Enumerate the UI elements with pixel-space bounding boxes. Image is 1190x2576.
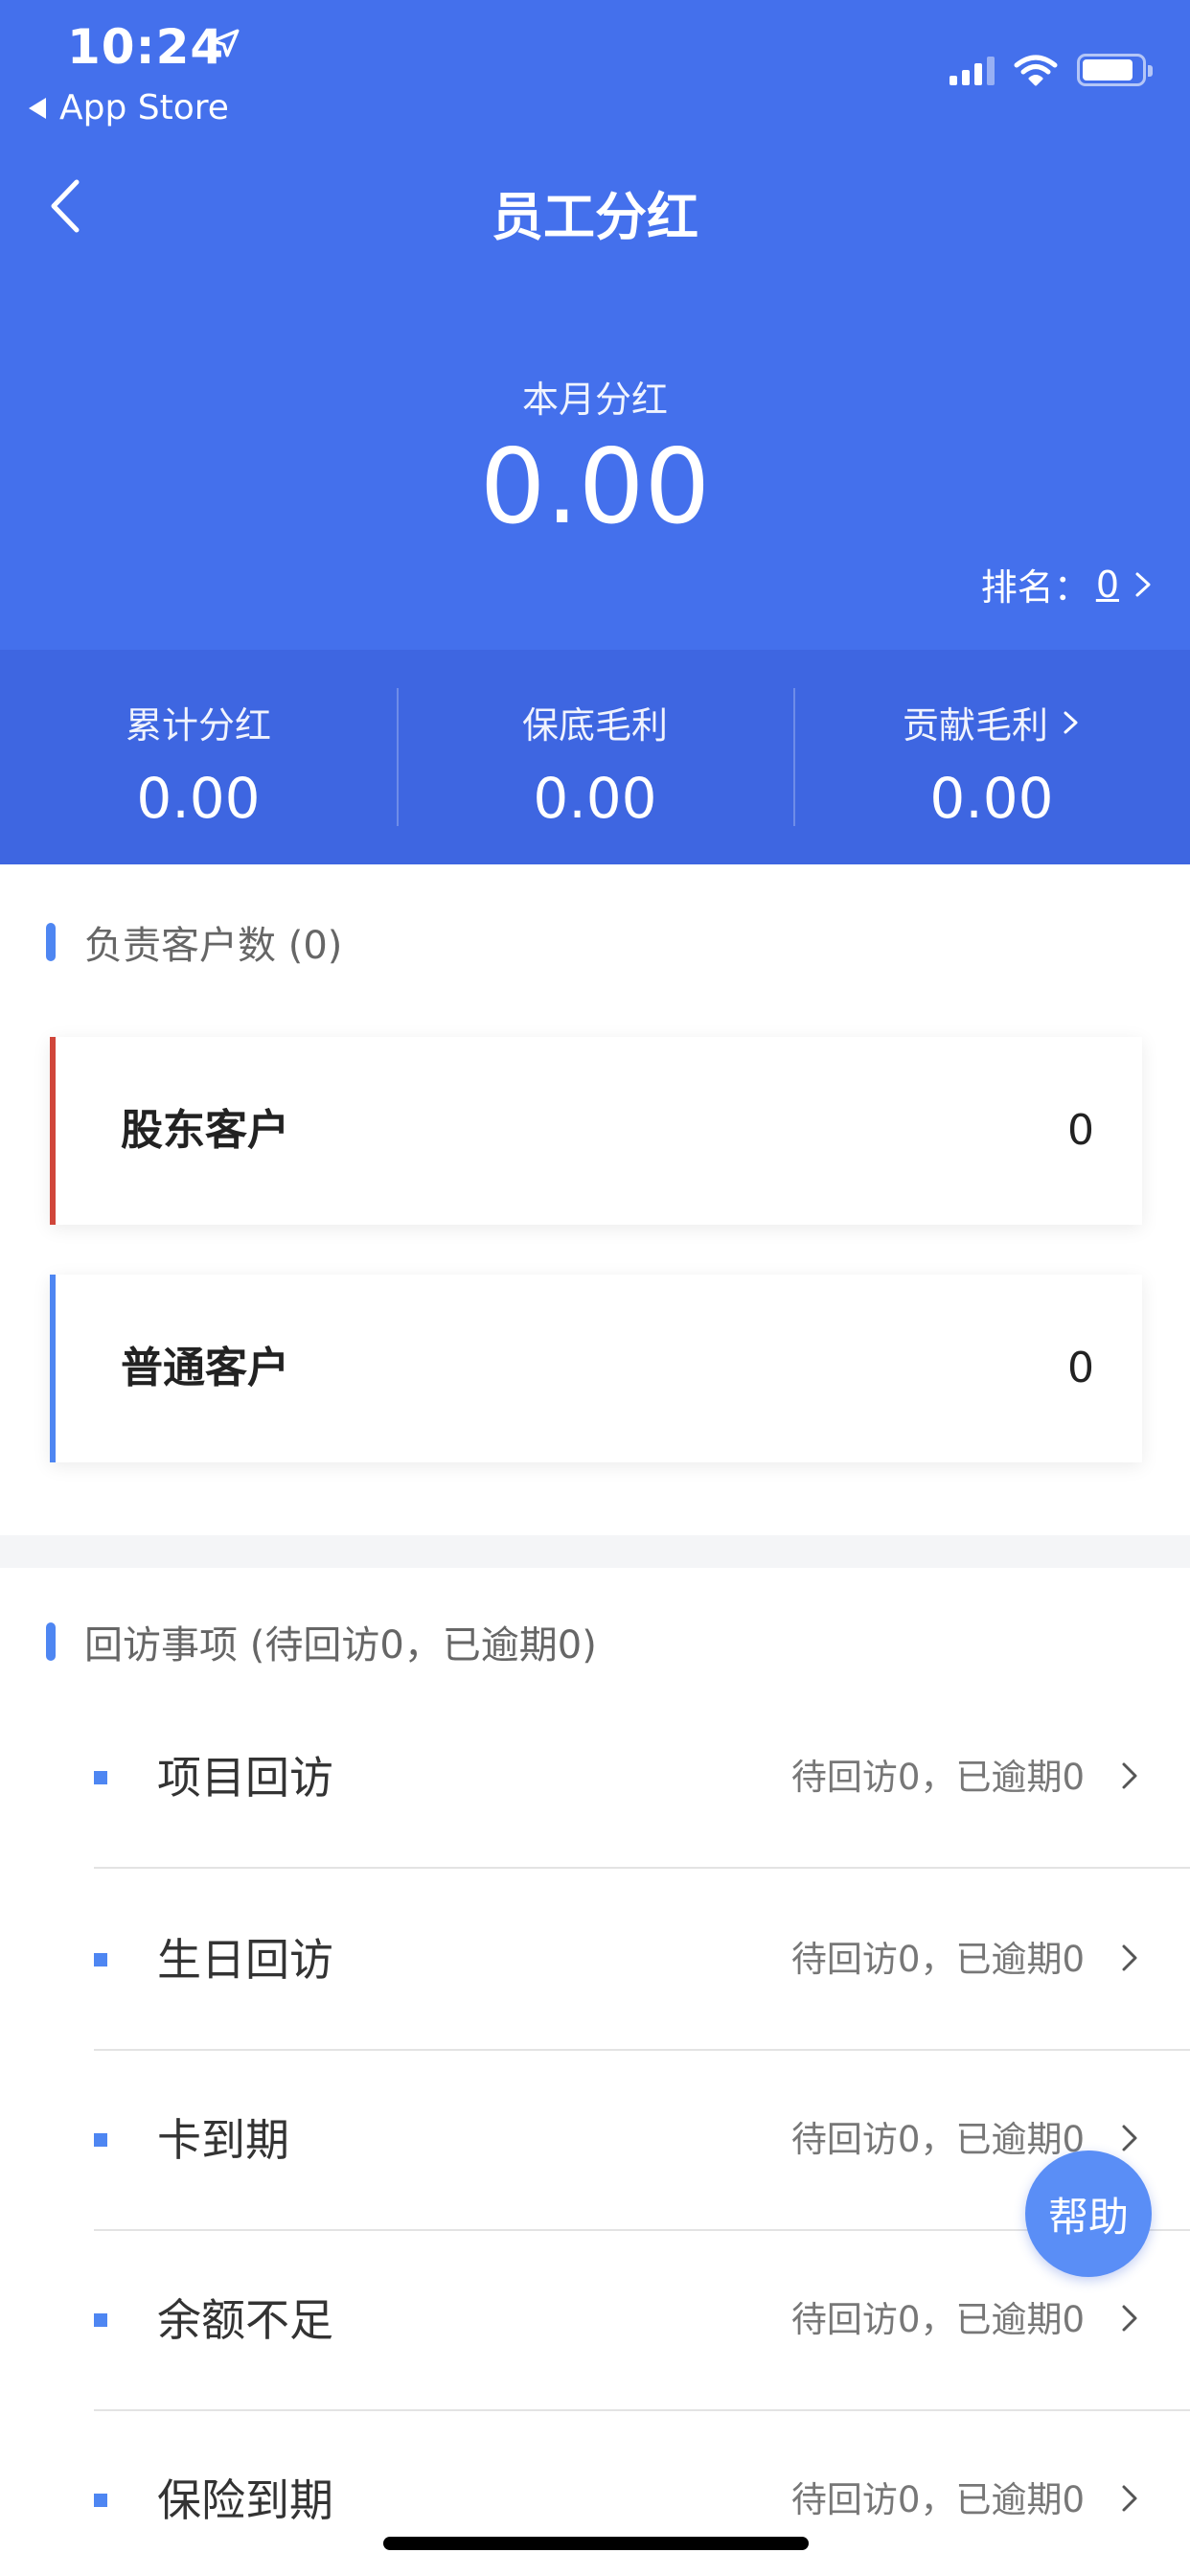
bullet-icon [94,1953,107,1966]
battery-icon [1077,54,1153,86]
chevron-right-icon [1122,1944,1137,1971]
employee-dividend-page: 10:24 App Store 员工分红 本月分红 0.00 排名： 0 累计分… [0,0,1190,2576]
card-value: 0 [1067,1106,1094,1155]
help-button[interactable]: 帮助 [1025,2150,1152,2277]
stat-value: 0.00 [533,766,657,831]
back-triangle-icon [29,97,46,119]
cellular-signal-icon [950,55,995,85]
card-value: 0 [1067,1344,1094,1392]
stat-label: 累计分红 [125,704,271,747]
visit-status: 待回访0，已逾期0 [790,2299,1085,2340]
rank-link[interactable]: 排名： 0 [981,558,1154,610]
visit-label: 卡到期 [157,2114,289,2166]
visit-item-project[interactable]: 项目回访 待回访0，已逾期0 [0,1687,1190,1869]
chevron-right-icon [1122,2485,1137,2512]
visits-section-title: 回访事项 (待回访0，已逾期0) [46,1614,597,1669]
status-time: 10:24 [67,19,225,75]
location-arrow-icon [211,29,240,58]
regular-customer-card[interactable]: 普通客户 0 [50,1275,1142,1462]
visit-item-card-expiry[interactable]: 卡到期 待回访0，已逾期0 [0,2049,1190,2231]
stat-guaranteed-profit: 保底毛利 0.00 [397,650,793,864]
chevron-right-icon [1135,572,1151,596]
visit-label: 余额不足 [157,2294,333,2346]
visit-item-birthday[interactable]: 生日回访 待回访0，已逾期0 [0,1869,1190,2051]
chevron-right-icon [1122,2125,1137,2151]
wifi-icon [1014,55,1058,86]
bullet-icon [94,2494,107,2507]
chevron-right-icon [1122,1762,1137,1789]
card-label: 普通客户 [121,1344,289,1392]
visit-label: 项目回访 [157,1752,333,1804]
visit-status: 待回访0，已逾期0 [790,1757,1085,1798]
card-accent [50,1037,56,1225]
card-label: 股东客户 [121,1106,289,1155]
visit-item-low-balance[interactable]: 余额不足 待回访0，已逾期0 [0,2229,1190,2411]
bullet-icon [94,1771,107,1784]
stat-value: 0.00 [136,766,261,831]
rank-label: 排名： [980,566,1090,609]
stat-total-dividend: 累计分红 0.00 [0,650,397,864]
header: 10:24 App Store 员工分红 本月分红 0.00 排名： 0 [0,0,1190,650]
home-indicator [383,2537,809,2550]
rank-value: 0 [1095,563,1119,606]
visit-label: 保险到期 [157,2474,333,2526]
stat-label: 保底毛利 [521,704,668,747]
chevron-right-icon [1122,2305,1137,2332]
customers-title: 负责客户数 (0) [84,924,343,968]
card-accent [50,1275,56,1462]
status-back-to-app[interactable]: App Store [29,88,229,127]
stats-bar: 累计分红 0.00 保底毛利 0.00 贡献毛利 0.00 [0,650,1190,864]
section-marker [46,1622,56,1661]
bullet-icon [94,2313,107,2327]
section-marker [46,923,56,961]
stat-value: 0.00 [929,766,1054,831]
section-divider [0,1535,1190,1568]
month-dividend-label: 本月分红 [521,379,668,421]
shareholder-customer-card[interactable]: 股东客户 0 [50,1037,1142,1225]
visit-status: 待回访0，已逾期0 [790,1939,1085,1980]
month-dividend-value: 0.00 [479,427,711,547]
status-back-label: App Store [59,88,229,127]
stat-label: 贡献毛利 [902,704,1048,747]
chevron-right-icon [1064,711,1078,733]
status-icons [950,54,1153,86]
visit-item-insurance-expiry[interactable]: 保险到期 待回访0，已逾期0 [0,2409,1190,2576]
stat-contribution-profit[interactable]: 贡献毛利 0.00 [793,650,1190,864]
visit-status: 待回访0，已逾期0 [790,2479,1085,2520]
customers-section-title: 负责客户数 (0) [46,914,342,970]
page-title: 员工分红 [492,187,698,247]
visits-title: 回访事项 (待回访0，已逾期0) [84,1623,597,1668]
bullet-icon [94,2133,107,2147]
visit-label: 生日回访 [157,1934,333,1986]
